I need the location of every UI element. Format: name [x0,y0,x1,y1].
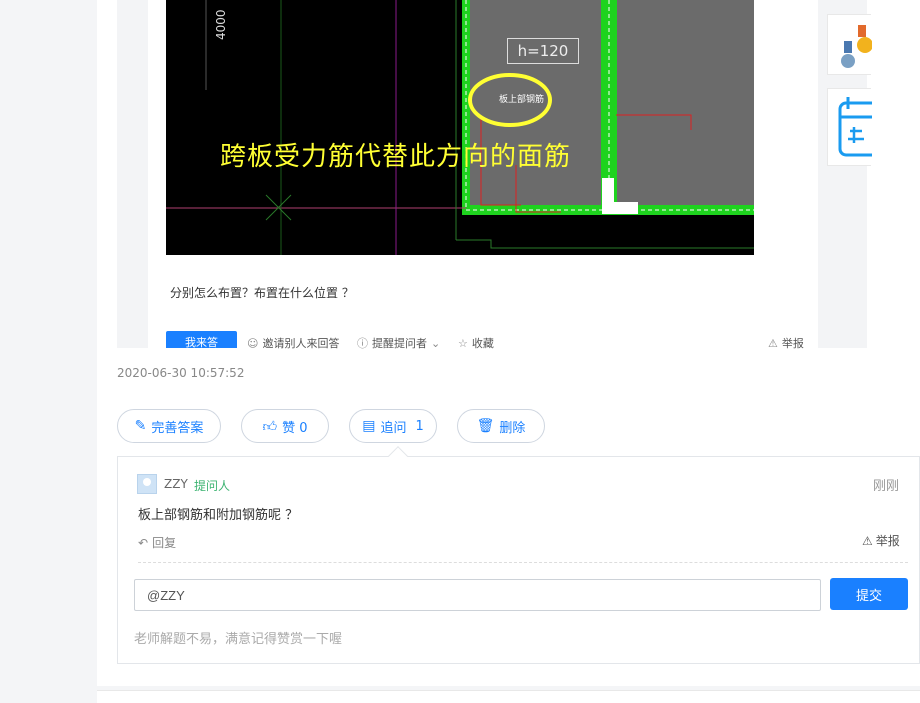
calendar-icon [838,97,882,157]
question-report-label: 举报 [781,337,804,350]
followup-label: 追问 [380,420,407,436]
circled-note: 板上部钢筋 [499,95,545,105]
invite-link[interactable]: ☺ 邀请别人来回答 [247,335,339,351]
delete-button[interactable]: 🗑︎ 删除 [457,409,545,443]
reply-input[interactable] [134,579,821,611]
collect-link[interactable]: ☆ 收藏 [458,335,494,351]
trash-icon: 🗑︎ [476,418,495,434]
reply-link[interactable]: ↶ 回复 [138,534,176,551]
followup-text: 板上部钢筋和附加钢筋呢 ？ [138,508,299,523]
reply-label: 回复 [152,536,177,550]
remind-link[interactable]: ⓘ 提醒提问者 ⌄ [357,335,440,351]
improve-answer-label: 完善答案 [151,420,204,436]
thickness-label: h=120 [507,38,579,64]
warning-icon: ⚠ [768,336,778,350]
divider [138,562,908,563]
next-card-edge [97,690,920,703]
followup-user-name[interactable]: ZZY [164,477,188,491]
followup-report-link[interactable]: ⚠ 举报 [862,532,900,549]
followup-count: 1 [415,418,424,434]
collect-label: 收藏 [471,337,494,350]
avatar[interactable] [137,474,157,494]
remind-label: 提醒提问者 [372,337,427,350]
cad-drawing [166,0,754,255]
submit-button[interactable]: 提交 [830,578,908,610]
thumbs-up-icon: 👍︎ [262,418,278,435]
page: 4000 h=120 板上部钢筋 跨板受力筋代替此方向的面筋 分别怎么布置？布置… [0,0,920,703]
user-icon: ☺ [247,336,259,350]
medal-icon [841,25,873,68]
chevron-down-icon: ⌄ [431,336,441,350]
medal-card[interactable] [827,14,873,75]
invite-label: 邀请别人来回答 [262,337,340,350]
warning-icon: ⚠ [862,533,873,548]
improve-answer-button[interactable]: ✎ 完善答案 [117,409,221,443]
like-label: 赞 0 [282,420,308,436]
followup-report-label: 举报 [875,534,900,548]
delete-label: 删除 [499,420,526,436]
reward-hint: 老师解题不易，满意记得赞赏一下喔 [134,632,343,647]
star-icon: ☆ [458,336,468,350]
question-image[interactable]: 4000 h=120 板上部钢筋 跨板受力筋代替此方向的面筋 [166,0,754,255]
edit-icon: ✎ [134,418,147,434]
asker-tag: 提问人 [194,479,231,493]
checkin-card[interactable] [827,88,882,166]
followup-button[interactable]: ▤ 追问 1 [349,409,437,443]
like-button[interactable]: 👍︎ 赞 0 [241,409,329,443]
answer-timestamp: 2020-06-30 10:57:52 [117,366,245,380]
answer-button[interactable]: 我来答 [166,331,237,348]
question-report-link[interactable]: ⚠ 举报 [768,335,804,351]
followup-time: 刚刚 [873,479,900,494]
reply-icon: ↶ [138,535,149,550]
chat-icon: ▤ [362,418,376,434]
question-text: 分别怎么布置？布置在什么位置 ？ [170,286,354,300]
dimension-label: 4000 [214,9,228,40]
image-caption: 跨板受力筋代替此方向的面筋 [220,142,572,172]
info-icon: ⓘ [357,337,368,350]
